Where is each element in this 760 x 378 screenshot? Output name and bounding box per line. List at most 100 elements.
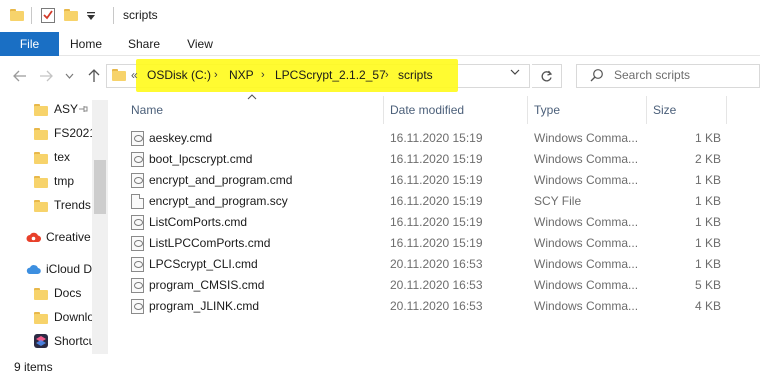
- breadcrumb-osdisk[interactable]: OSDisk (C:): [147, 68, 211, 82]
- tab-view[interactable]: View: [180, 32, 220, 56]
- file-date: 16.11.2020 15:19: [390, 215, 483, 229]
- customize-quick-access-icon[interactable]: [86, 11, 96, 25]
- file-name: boot_lpcscrypt.cmd: [149, 152, 253, 166]
- file-size: 1 KB: [694, 194, 721, 208]
- file-name: ListLPCComPorts.cmd: [149, 236, 271, 250]
- creative-cloud-icon: [26, 230, 42, 247]
- file-name: LPCScrypt_CLI.cmd: [149, 257, 258, 271]
- folder-icon: [112, 68, 126, 81]
- nav-item-label: Creative: [46, 230, 91, 244]
- column-divider[interactable]: [527, 96, 528, 124]
- status-item-count: 9 items: [14, 360, 53, 374]
- search-icon: [590, 68, 604, 82]
- file-type: Windows Comma...: [534, 236, 639, 250]
- table-row[interactable]: encrypt_and_program.cmd 16.11.2020 15:19…: [125, 170, 725, 191]
- file-type: Windows Comma...: [534, 278, 639, 292]
- file-size: 1 KB: [694, 131, 721, 145]
- cmd-file-icon: [131, 131, 144, 146]
- file-name: program_JLINK.cmd: [149, 299, 260, 313]
- window-title: scripts: [123, 8, 158, 22]
- recent-locations-chevron-icon[interactable]: [62, 66, 76, 86]
- column-divider[interactable]: [383, 96, 384, 124]
- column-header-date[interactable]: Date modified: [390, 96, 464, 124]
- column-header-size[interactable]: Size: [653, 96, 676, 124]
- back-arrow-icon[interactable]: [10, 66, 30, 86]
- column-divider[interactable]: [646, 96, 647, 124]
- sort-ascending-icon: [247, 92, 257, 103]
- table-row[interactable]: ListComPorts.cmd 16.11.2020 15:19 Window…: [125, 212, 725, 233]
- up-arrow-icon[interactable]: [84, 66, 104, 86]
- tab-file[interactable]: File: [0, 32, 59, 56]
- file-type: Windows Comma...: [534, 215, 639, 229]
- nav-item-label: tmp: [54, 174, 75, 188]
- nav-item-label: Shortcu: [54, 334, 96, 348]
- nav-item-label: tex: [54, 150, 71, 164]
- file-date: 20.11.2020 16:53: [390, 299, 483, 313]
- file-type: Windows Comma...: [534, 299, 639, 313]
- nav-item-label: Docs: [54, 286, 82, 300]
- folder-icon: [34, 103, 48, 116]
- pin-icon: [78, 104, 88, 117]
- shortcuts-icon: [34, 334, 48, 348]
- nav-item-label: Trends: [54, 198, 91, 212]
- table-row[interactable]: ListLPCComPorts.cmd 16.11.2020 15:19 Win…: [125, 233, 725, 254]
- file-type: SCY File: [534, 194, 582, 208]
- breadcrumb-chevron-icon[interactable]: ›: [261, 69, 265, 81]
- file-date: 20.11.2020 16:53: [390, 257, 483, 271]
- file-name: ListComPorts.cmd: [149, 215, 248, 229]
- forward-arrow-icon[interactable]: [36, 66, 56, 86]
- cmd-file-icon: [131, 236, 144, 251]
- nav-pane-scroll-thumb[interactable]: [94, 160, 106, 214]
- breadcrumb-chevron-icon[interactable]: ›: [214, 69, 218, 81]
- breadcrumb-scripts[interactable]: scripts: [398, 68, 433, 82]
- new-folder-icon[interactable]: [64, 8, 78, 21]
- file-date: 16.11.2020 15:19: [390, 131, 483, 145]
- folder-icon: [34, 199, 48, 212]
- file-name: aeskey.cmd: [149, 131, 213, 145]
- folder-icon: [34, 175, 48, 188]
- file-size: 4 KB: [694, 299, 721, 313]
- address-history-chevron-icon[interactable]: [510, 66, 520, 78]
- column-header-name[interactable]: Name: [131, 96, 163, 124]
- title-bar: scripts: [0, 0, 760, 32]
- breadcrumb-nxp[interactable]: NXP: [229, 68, 254, 82]
- file-date: 20.11.2020 16:53: [390, 278, 483, 292]
- file-size: 1 KB: [694, 257, 721, 271]
- file-date: 16.11.2020 15:19: [390, 173, 483, 187]
- nav-item-label: FS2021: [54, 126, 97, 140]
- cmd-file-icon: [131, 278, 144, 293]
- file-date: 16.11.2020 15:19: [390, 236, 483, 250]
- table-row[interactable]: aeskey.cmd 16.11.2020 15:19 Windows Comm…: [125, 128, 725, 149]
- table-row[interactable]: program_JLINK.cmd 20.11.2020 16:53 Windo…: [125, 296, 725, 317]
- file-size: 1 KB: [694, 173, 721, 187]
- cmd-file-icon: [131, 215, 144, 230]
- nav-item-label: Downlo: [54, 310, 95, 324]
- cmd-file-icon: [131, 173, 144, 188]
- file-date: 16.11.2020 15:19: [390, 152, 483, 166]
- tab-home[interactable]: Home: [64, 32, 108, 56]
- breadcrumb-lpcscrypt[interactable]: LPCScrypt_2.1.2_57: [275, 68, 386, 82]
- nav-pane-scrollbar[interactable]: [92, 100, 108, 354]
- column-header-type[interactable]: Type: [534, 96, 560, 124]
- folder-icon: [10, 8, 24, 21]
- properties-icon[interactable]: [41, 8, 55, 23]
- table-row[interactable]: program_CMSIS.cmd 20.11.2020 16:53 Windo…: [125, 275, 725, 296]
- table-row[interactable]: LPCScrypt_CLI.cmd 20.11.2020 16:53 Windo…: [125, 254, 725, 275]
- folder-icon: [34, 151, 48, 164]
- tab-share[interactable]: Share: [122, 32, 166, 56]
- file-size: 1 KB: [694, 236, 721, 250]
- file-size: 5 KB: [694, 278, 721, 292]
- file-name: program_CMSIS.cmd: [149, 278, 265, 292]
- file-type: Windows Comma...: [534, 257, 639, 271]
- file-size: 2 KB: [694, 152, 721, 166]
- breadcrumb-overflow[interactable]: «: [131, 68, 138, 82]
- table-row[interactable]: boot_lpcscrypt.cmd 16.11.2020 15:19 Wind…: [125, 149, 725, 170]
- refresh-button[interactable]: [532, 64, 562, 88]
- file-name: encrypt_and_program.cmd: [149, 173, 293, 187]
- folder-icon: [34, 311, 48, 324]
- folder-icon: [34, 127, 48, 140]
- file-type: Windows Comma...: [534, 152, 639, 166]
- table-row[interactable]: encrypt_and_program.scy 16.11.2020 15:19…: [125, 191, 725, 212]
- column-divider[interactable]: [726, 96, 727, 124]
- breadcrumb-chevron-icon[interactable]: ›: [385, 69, 389, 81]
